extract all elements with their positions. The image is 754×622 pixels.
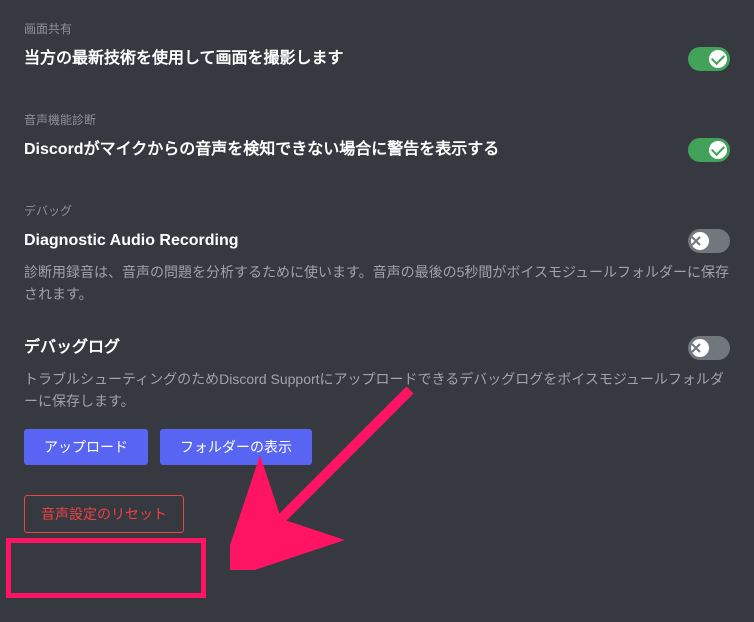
title-diagnostic-audio: Diagnostic Audio Recording	[24, 230, 688, 252]
section-header-debug: デバッグ	[24, 202, 730, 219]
section-debug: デバッグ Diagnostic Audio Recording 診断用録音は、音…	[24, 202, 730, 306]
check-icon	[709, 50, 727, 68]
upload-button[interactable]: アップロード	[24, 429, 148, 465]
section-debug-logs: デバッグログ トラブルシューティングのためDiscord Supportにアップ…	[24, 336, 730, 465]
toggle-screen-share[interactable]	[688, 47, 730, 71]
section-header-voice-diagnostics: 音声機能診断	[24, 111, 730, 128]
section-screen-share: 画面共有 当方の最新技術を使用して画面を撮影します	[24, 20, 730, 71]
toggle-voice-diagnostics[interactable]	[688, 138, 730, 162]
check-icon	[709, 141, 727, 159]
show-folder-button[interactable]: フォルダーの表示	[160, 429, 312, 465]
toggle-debug-logs[interactable]	[688, 336, 730, 360]
title-debug-logs: デバッグログ	[24, 337, 688, 359]
title-voice-diagnostics: Discordがマイクからの音声を検知できない場合に警告を表示する	[24, 139, 688, 161]
x-icon	[691, 232, 709, 250]
reset-voice-settings-button[interactable]: 音声設定のリセット	[24, 495, 184, 533]
description-debug-logs: トラブルシューティングのためDiscord Supportにアップロードできるデ…	[24, 368, 730, 413]
description-diagnostic-audio: 診断用録音は、音声の問題を分析するために使います。音声の最後の5秒間がボイスモジ…	[24, 261, 730, 306]
toggle-diagnostic-audio[interactable]	[688, 229, 730, 253]
section-voice-diagnostics: 音声機能診断 Discordがマイクからの音声を検知できない場合に警告を表示する	[24, 111, 730, 162]
x-icon	[691, 339, 709, 357]
title-screen-share: 当方の最新技術を使用して画面を撮影します	[24, 48, 688, 70]
annotation-highlight	[6, 538, 206, 598]
section-header-screen-share: 画面共有	[24, 20, 730, 37]
